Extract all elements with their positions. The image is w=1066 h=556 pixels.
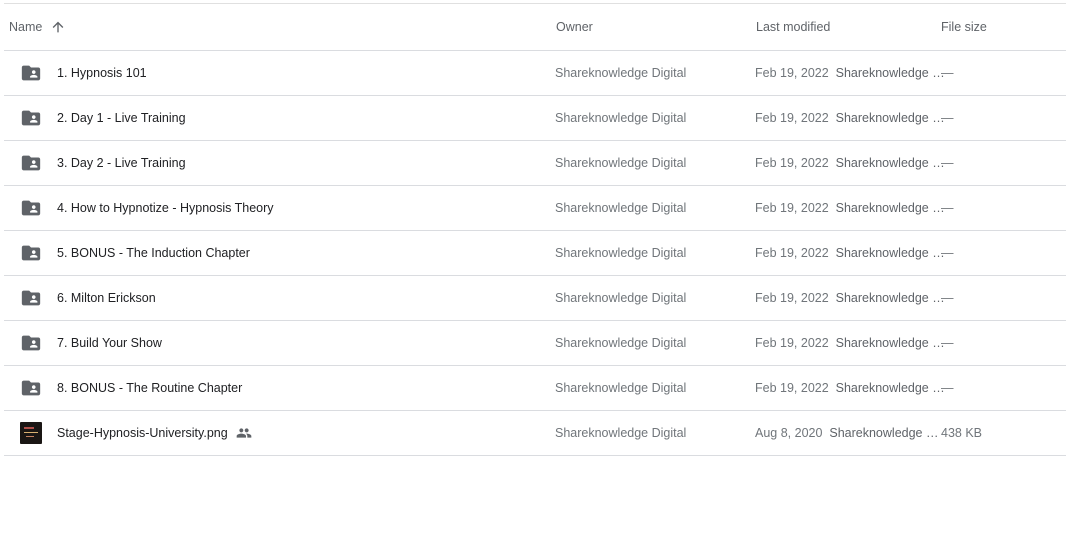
file-owner: Shareknowledge Digital: [555, 111, 687, 125]
file-size: —: [941, 246, 954, 260]
shared-folder-icon: [20, 231, 42, 275]
modified-date: Aug 8, 2020: [755, 426, 823, 440]
file-name[interactable]: 8. BONUS - The Routine Chapter: [57, 366, 242, 410]
modified-date: Feb 19, 2022: [755, 291, 829, 305]
last-modified: Feb 19, 2022 Shareknowledge …: [755, 321, 945, 365]
file-size: —: [941, 336, 954, 350]
file-owner: Shareknowledge Digital: [555, 246, 687, 260]
column-header-name[interactable]: Name: [9, 4, 66, 50]
shared-folder-icon: [20, 186, 42, 230]
last-modified: Feb 19, 2022 Shareknowledge …: [755, 51, 945, 95]
last-modified: Aug 8, 2020 Shareknowledge …: [755, 411, 938, 455]
file-owner: Shareknowledge Digital: [555, 66, 687, 80]
file-row[interactable]: 1. Hypnosis 101 Shareknowledge Digital F…: [4, 51, 1066, 96]
file-name-label: 1. Hypnosis 101: [57, 66, 147, 80]
shared-folder-icon: [20, 321, 42, 365]
modified-by: Shareknowledge …: [835, 246, 945, 260]
column-header-name-label: Name: [9, 20, 43, 34]
modified-date: Feb 19, 2022: [755, 66, 829, 80]
modified-by: Shareknowledge …: [835, 156, 945, 170]
last-modified: Feb 19, 2022 Shareknowledge …: [755, 141, 945, 185]
shared-folder-icon: [20, 96, 42, 140]
shared-folder-icon: [20, 51, 42, 95]
file-name[interactable]: 7. Build Your Show: [57, 321, 162, 365]
file-name-label: 4. How to Hypnotize - Hypnosis Theory: [57, 201, 274, 215]
modified-date: Feb 19, 2022: [755, 381, 829, 395]
file-name[interactable]: 6. Milton Erickson: [57, 276, 156, 320]
file-name-label: 2. Day 1 - Live Training: [57, 111, 186, 125]
file-owner: Shareknowledge Digital: [555, 381, 687, 395]
file-size: —: [941, 66, 954, 80]
shared-folder-icon: [20, 141, 42, 185]
column-header-row: Name Owner Last modified File size: [4, 4, 1066, 51]
last-modified: Feb 19, 2022 Shareknowledge …: [755, 186, 945, 230]
file-owner: Shareknowledge Digital: [555, 156, 687, 170]
last-modified: Feb 19, 2022 Shareknowledge …: [755, 96, 945, 140]
modified-by: Shareknowledge …: [835, 291, 945, 305]
last-modified: Feb 19, 2022 Shareknowledge …: [755, 231, 945, 275]
last-modified: Feb 19, 2022 Shareknowledge …: [755, 276, 945, 320]
shared-folder-icon: [20, 276, 42, 320]
file-row[interactable]: 3. Day 2 - Live Training Shareknowledge …: [4, 141, 1066, 186]
image-thumbnail-graphic: [20, 422, 42, 444]
modified-date: Feb 19, 2022: [755, 201, 829, 215]
last-modified: Feb 19, 2022 Shareknowledge …: [755, 366, 945, 410]
modified-date: Feb 19, 2022: [755, 246, 829, 260]
people-icon: [236, 425, 252, 441]
file-name-label: 6. Milton Erickson: [57, 291, 156, 305]
shared-folder-icon: [20, 366, 42, 410]
modified-by: Shareknowledge …: [835, 336, 945, 350]
file-row[interactable]: 5. BONUS - The Induction Chapter Sharekn…: [4, 231, 1066, 276]
modified-by: Shareknowledge …: [835, 381, 945, 395]
file-name[interactable]: 1. Hypnosis 101: [57, 51, 147, 95]
modified-by: Shareknowledge …: [835, 111, 945, 125]
modified-by: Shareknowledge …: [829, 426, 939, 440]
file-size: —: [941, 156, 954, 170]
file-size: —: [941, 291, 954, 305]
file-name-label: 3. Day 2 - Live Training: [57, 156, 186, 170]
file-owner: Shareknowledge Digital: [555, 426, 687, 440]
file-name[interactable]: 2. Day 1 - Live Training: [57, 96, 186, 140]
arrow-up-icon[interactable]: [50, 19, 66, 35]
file-row[interactable]: 6. Milton Erickson Shareknowledge Digita…: [4, 276, 1066, 321]
file-name-label: 5. BONUS - The Induction Chapter: [57, 246, 250, 260]
file-name[interactable]: 4. How to Hypnotize - Hypnosis Theory: [57, 186, 274, 230]
modified-date: Feb 19, 2022: [755, 156, 829, 170]
file-row[interactable]: 4. How to Hypnotize - Hypnosis Theory Sh…: [4, 186, 1066, 231]
file-row[interactable]: 2. Day 1 - Live Training Shareknowledge …: [4, 96, 1066, 141]
file-owner: Shareknowledge Digital: [555, 336, 687, 350]
column-header-file-size[interactable]: File size: [941, 4, 987, 50]
file-owner: Shareknowledge Digital: [555, 201, 687, 215]
file-name-label: 8. BONUS - The Routine Chapter: [57, 381, 243, 395]
file-row[interactable]: Stage-Hypnosis-University.png Shareknowl…: [4, 411, 1066, 456]
modified-by: Shareknowledge …: [835, 201, 945, 215]
file-row[interactable]: 7. Build Your Show Shareknowledge Digita…: [4, 321, 1066, 366]
file-name-label: Stage-Hypnosis-University.png: [57, 426, 228, 440]
file-name[interactable]: Stage-Hypnosis-University.png: [57, 411, 252, 455]
file-list: Name Owner Last modified File size 1. Hy…: [4, 3, 1066, 456]
column-header-last-modified[interactable]: Last modified: [756, 4, 830, 50]
file-row[interactable]: 8. BONUS - The Routine Chapter Shareknow…: [4, 366, 1066, 411]
file-name[interactable]: 3. Day 2 - Live Training: [57, 141, 186, 185]
modified-by: Shareknowledge …: [835, 66, 945, 80]
modified-date: Feb 19, 2022: [755, 336, 829, 350]
file-name[interactable]: 5. BONUS - The Induction Chapter: [57, 231, 250, 275]
column-header-owner[interactable]: Owner: [556, 4, 593, 50]
file-name-label: 7. Build Your Show: [57, 336, 162, 350]
file-size: —: [941, 381, 954, 395]
file-size: —: [941, 111, 954, 125]
file-owner: Shareknowledge Digital: [555, 291, 687, 305]
file-size: —: [941, 201, 954, 215]
image-thumbnail: [20, 411, 42, 455]
file-size: 438 KB: [941, 426, 983, 440]
modified-date: Feb 19, 2022: [755, 111, 829, 125]
